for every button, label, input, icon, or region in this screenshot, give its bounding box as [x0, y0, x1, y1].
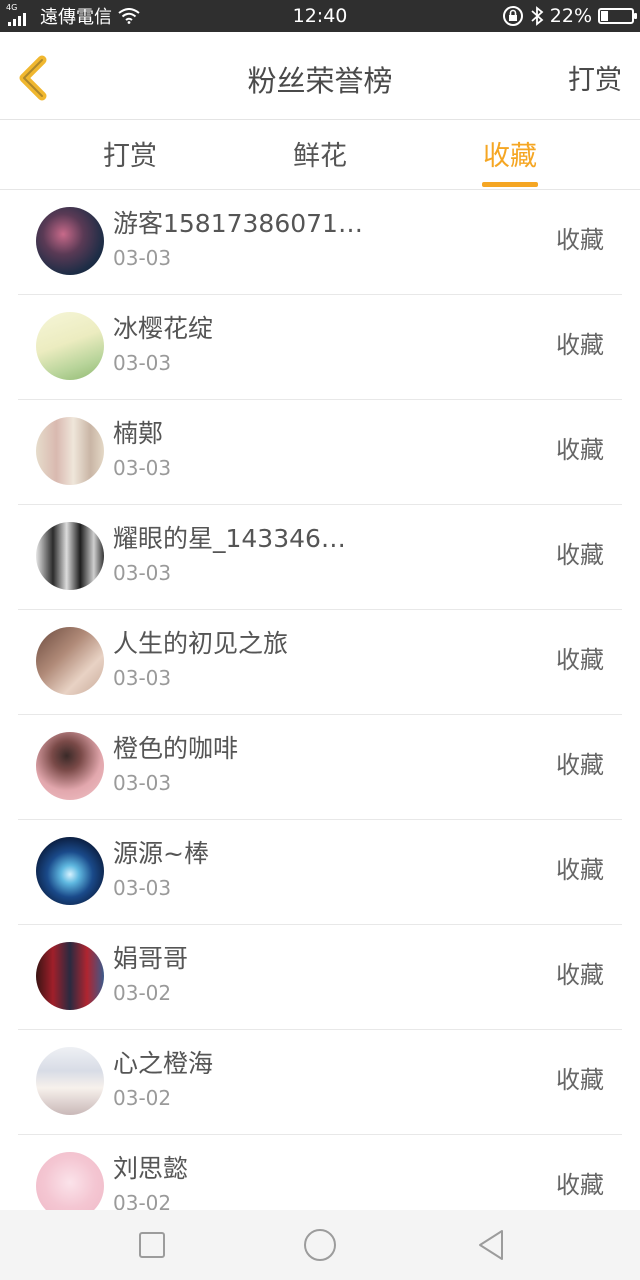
triangle-back-icon[interactable]	[474, 1228, 510, 1262]
rotation-lock-icon	[502, 6, 523, 26]
page-title: 粉丝荣誉榜	[247, 64, 393, 98]
action-label: 收藏	[556, 1066, 604, 1094]
user-date: 03-03	[113, 246, 172, 270]
square-icon[interactable]	[134, 1228, 170, 1262]
user-name: 刘思懿	[113, 1154, 189, 1183]
fan-list: 游客15817386071… 03-03 收藏 冰樱花绽 03-03 收藏 楠鄚…	[0, 190, 640, 1210]
list-item[interactable]: 人生的初见之旅 03-03 收藏	[18, 610, 622, 715]
user-name: 橙色的咖啡	[113, 734, 239, 763]
avatar[interactable]	[36, 627, 104, 695]
list-item[interactable]: 游客15817386071… 03-03 收藏	[18, 190, 622, 295]
action-label: 收藏	[556, 436, 604, 464]
system-nav-bar	[0, 1210, 640, 1280]
user-date: 03-02	[113, 1086, 172, 1110]
list-item[interactable]: 耀眼的星_143346… 03-03 收藏	[18, 505, 622, 610]
status-bar: 4G 遠傳電信 12:40 22%	[0, 0, 640, 32]
list-item[interactable]: 楠鄚 03-03 收藏	[18, 400, 622, 505]
tab-reward[interactable]: 打赏	[80, 120, 180, 190]
avatar[interactable]	[36, 732, 104, 800]
reward-button[interactable]: 打赏	[568, 32, 622, 120]
avatar[interactable]	[36, 1047, 104, 1115]
app-header: 粉丝荣誉榜 打赏	[0, 32, 640, 120]
user-date: 03-03	[113, 771, 172, 795]
avatar[interactable]	[36, 312, 104, 380]
user-name: 心之橙海	[113, 1049, 214, 1078]
list-item[interactable]: 娟哥哥 03-02 收藏	[18, 925, 622, 1030]
list-item[interactable]: 源源~棒 03-03 收藏	[18, 820, 622, 925]
active-tab-indicator	[482, 182, 538, 187]
action-label: 收藏	[556, 646, 604, 674]
battery-level-fill	[601, 11, 608, 21]
action-label: 收藏	[556, 1171, 604, 1199]
user-name: 楠鄚	[113, 419, 164, 448]
circle-icon[interactable]	[302, 1228, 338, 1262]
tab-bar: 打赏 鲜花 收藏	[0, 120, 640, 190]
action-label: 收藏	[556, 541, 604, 569]
user-date: 03-02	[113, 1191, 172, 1210]
list-item[interactable]: 橙色的咖啡 03-03 收藏	[18, 715, 622, 820]
avatar[interactable]	[36, 942, 104, 1010]
avatar[interactable]	[36, 417, 104, 485]
avatar[interactable]	[36, 837, 104, 905]
action-label: 收藏	[556, 751, 604, 779]
list-item[interactable]: 心之橙海 03-02 收藏	[18, 1030, 622, 1135]
action-label: 收藏	[556, 331, 604, 359]
user-date: 03-03	[113, 876, 172, 900]
user-name: 游客15817386071…	[113, 209, 363, 238]
list-item[interactable]: 刘思懿 03-02 收藏	[18, 1135, 622, 1210]
list-item[interactable]: 冰樱花绽 03-03 收藏	[18, 295, 622, 400]
user-name: 娟哥哥	[113, 944, 189, 973]
user-date: 03-03	[113, 351, 172, 375]
user-name: 源源~棒	[113, 839, 209, 868]
user-date: 03-03	[113, 456, 172, 480]
action-label: 收藏	[556, 961, 604, 989]
user-name: 人生的初见之旅	[113, 629, 289, 658]
tab-favorites[interactable]: 收藏	[460, 120, 560, 190]
battery-icon	[598, 8, 637, 24]
user-name: 耀眼的星_143346…	[113, 524, 346, 553]
user-date: 03-03	[113, 666, 172, 690]
avatar[interactable]	[36, 207, 104, 275]
avatar[interactable]	[36, 1152, 104, 1210]
avatar[interactable]	[36, 522, 104, 590]
user-date: 03-03	[113, 561, 172, 585]
action-label: 收藏	[556, 856, 604, 884]
user-date: 03-02	[113, 981, 172, 1005]
user-name: 冰樱花绽	[113, 314, 214, 343]
status-right: 22%	[502, 0, 637, 32]
action-label: 收藏	[556, 226, 604, 254]
bluetooth-icon	[531, 6, 544, 26]
battery-percent: 22%	[549, 5, 592, 27]
tab-flowers[interactable]: 鲜花	[270, 120, 370, 190]
